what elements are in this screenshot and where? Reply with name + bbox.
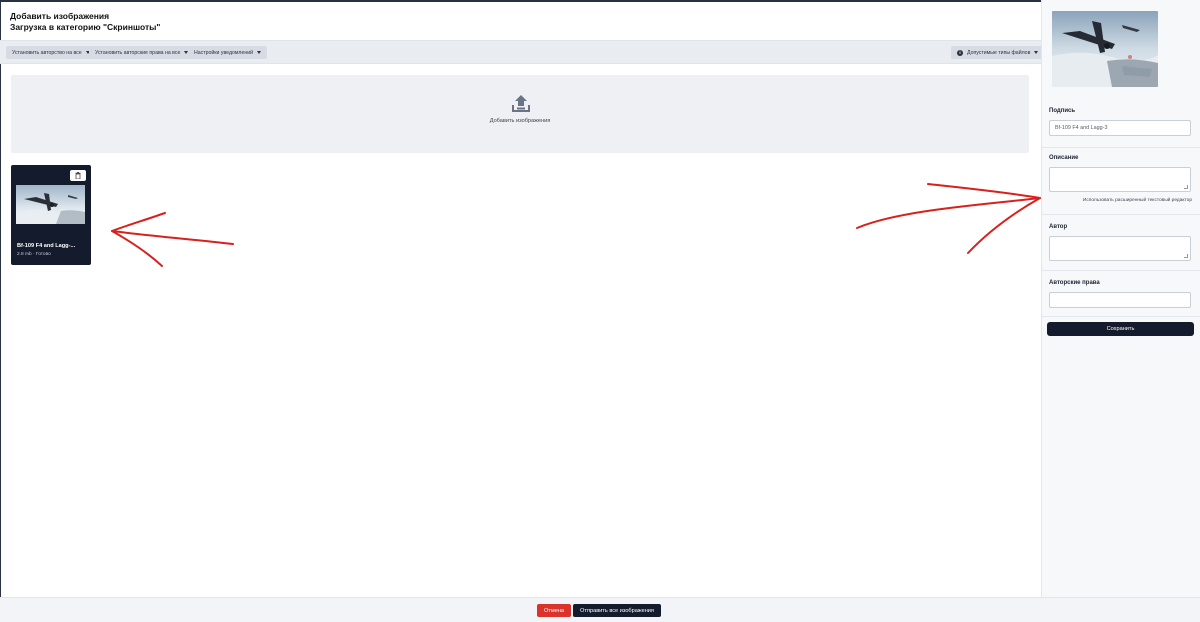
caption-label: Подпись [1049,108,1076,114]
copyright-input[interactable] [1049,292,1191,308]
details-sidebar: Подпись Описание Использовать расширенны… [1041,0,1200,597]
file-thumbnail [16,185,85,224]
resize-handle[interactable] [1184,254,1188,258]
divider [1042,270,1200,271]
author-textarea[interactable] [1049,236,1191,261]
file-meta: 2.8 mb · Готово [17,252,51,257]
upload-icon [512,95,530,112]
set-copyright-dropdown[interactable]: Установить авторские права на все [89,46,195,59]
upload-dropzone[interactable]: Добавить изображения [11,75,1029,153]
divider [1042,316,1200,317]
toolbar: Установить авторство на все Установить а… [0,40,1045,64]
set-copyright-label: Установить авторские права на все [95,49,181,56]
description-label: Описание [1049,155,1079,161]
author-label: Автор [1049,224,1068,230]
delete-file-button[interactable] [70,170,86,181]
trash-icon [75,172,81,179]
caret-down-icon [257,51,261,54]
divider [1042,214,1200,215]
rich-editor-link[interactable]: Использовать расширенный текстовый редак… [1083,198,1192,203]
copyright-label: Авторские права [1049,280,1100,286]
save-button[interactable]: Сохранить [1047,322,1194,336]
set-author-dropdown[interactable]: Установить авторство на все [6,46,96,59]
submit-all-button[interactable]: Отправить все изображения [573,604,661,617]
info-icon: i [957,49,963,56]
notifications-dropdown[interactable]: Настройки уведомлений [188,46,267,59]
cancel-button[interactable]: Отмена [537,604,571,617]
divider [1042,147,1200,148]
file-types-label: Допустимые типы файлов [967,49,1031,56]
page-subtitle: Загрузка в категорию "Скриншоты" [10,22,161,32]
footer-bar: Отмена Отправить все изображения [0,597,1200,622]
page-title: Добавить изображения [10,11,110,21]
file-types-dropdown[interactable]: i Допустимые типы файлов [951,46,1045,59]
file-card[interactable]: Bf-109 F4 and Lagg-... 2.8 mb · Готово [11,165,91,265]
dropzone-label: Добавить изображения [489,118,551,124]
file-name: Bf-109 F4 and Lagg-... [17,243,76,249]
set-author-label: Установить авторство на все [12,49,82,56]
image-preview [1052,11,1158,87]
notifications-label: Настройки уведомлений [194,49,253,56]
description-textarea[interactable] [1049,167,1191,192]
caption-input[interactable] [1049,120,1191,136]
page-header: Добавить изображения Загрузка в категори… [10,11,160,33]
caret-down-icon [1034,51,1039,54]
resize-handle[interactable] [1184,185,1188,189]
